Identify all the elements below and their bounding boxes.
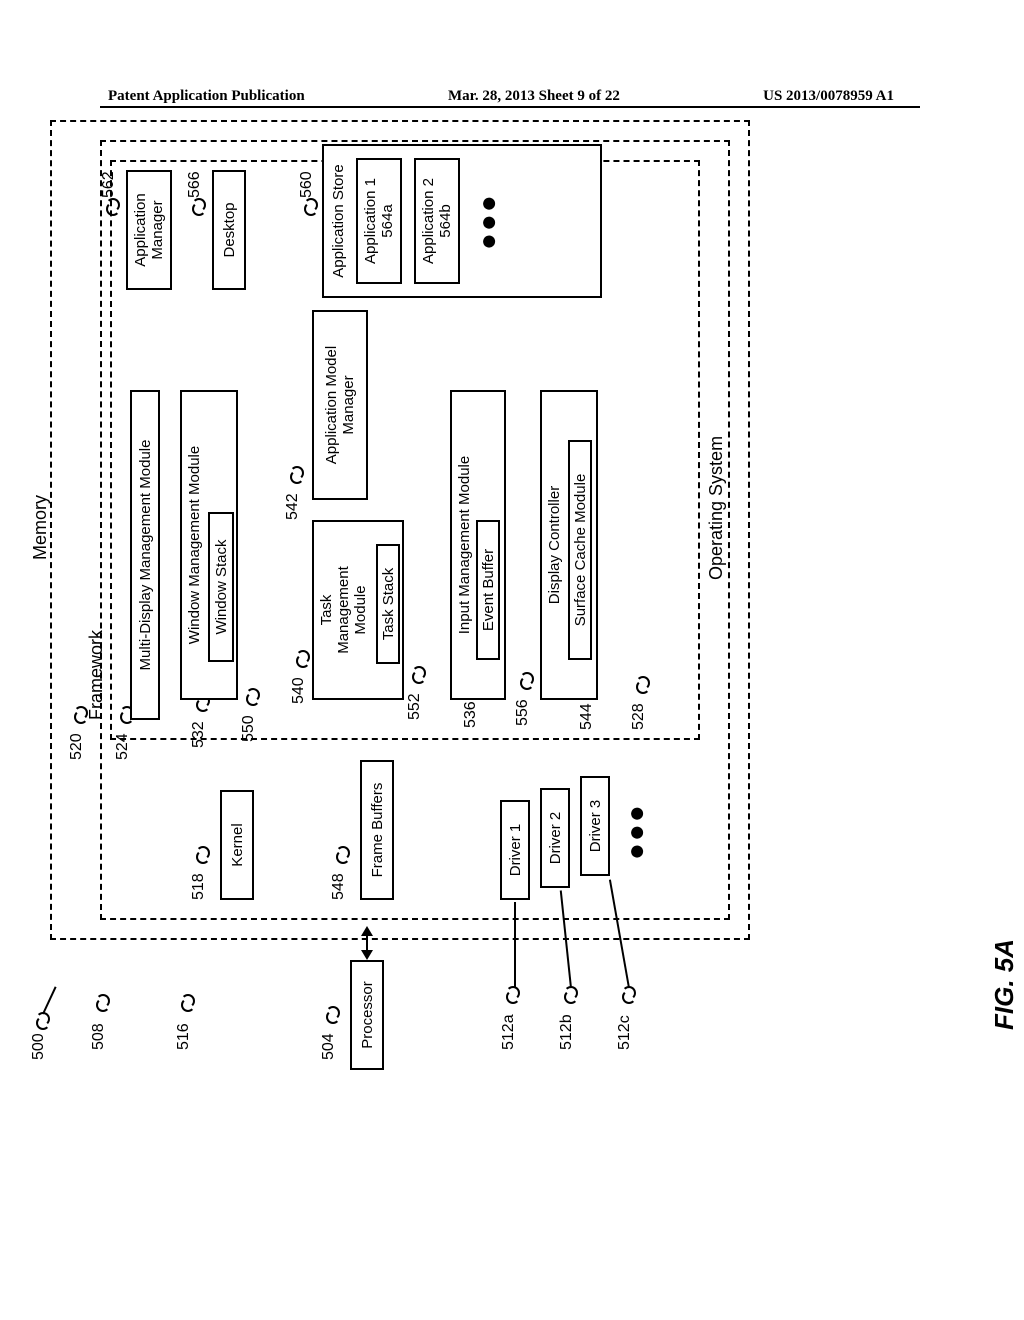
ref-504: 504 bbox=[320, 1033, 338, 1060]
mdmm-box: Multi-Display Management Module bbox=[130, 390, 160, 720]
ref-520: 520 bbox=[68, 733, 86, 760]
ref-540: 540 bbox=[290, 677, 308, 704]
app-store-title: Application Store bbox=[330, 152, 347, 290]
ref-516: 516 bbox=[175, 1023, 193, 1050]
squiggle-icon bbox=[196, 846, 210, 864]
framework-title: Framework bbox=[86, 630, 107, 720]
squiggle-icon bbox=[520, 672, 534, 690]
ref-562: 562 bbox=[100, 171, 118, 198]
ref-512b: 512b bbox=[558, 1014, 576, 1050]
scm-box: Surface Cache Module bbox=[568, 440, 592, 660]
squiggle-icon bbox=[192, 198, 206, 216]
header-left: Patent Application Publication bbox=[108, 88, 305, 105]
app-manager-box: Application Manager bbox=[126, 170, 172, 290]
squiggle-icon bbox=[96, 994, 110, 1012]
ref-556: 556 bbox=[514, 699, 532, 726]
page-header: Patent Application Publication Mar. 28, … bbox=[0, 88, 1024, 105]
squiggle-icon bbox=[106, 198, 120, 216]
squiggle-icon bbox=[246, 688, 260, 706]
ref-532: 532 bbox=[190, 721, 208, 748]
ref-512a: 512a bbox=[500, 1014, 518, 1050]
squiggle-icon bbox=[181, 994, 195, 1012]
squiggle-icon bbox=[622, 986, 636, 1004]
ref-518: 518 bbox=[190, 873, 208, 900]
driver1-box: Driver 1 bbox=[500, 800, 530, 900]
header-pubno: US 2013/0078959 A1 bbox=[763, 88, 894, 105]
squiggle-icon bbox=[290, 466, 304, 484]
app2-id: 564b bbox=[437, 204, 454, 237]
squiggle-icon bbox=[506, 986, 520, 1004]
application-1-box: Application 1 564a bbox=[356, 158, 402, 284]
ref-512c: 512c bbox=[616, 1015, 634, 1050]
ref-536: 536 bbox=[462, 701, 480, 728]
ref-550: 550 bbox=[240, 715, 258, 742]
task-stack-box: Task Stack bbox=[376, 544, 400, 664]
squiggle-icon bbox=[636, 676, 650, 694]
lead-line bbox=[514, 902, 516, 988]
header-rule bbox=[100, 106, 920, 108]
driver3-box: Driver 3 bbox=[580, 776, 610, 876]
processor-box: Processor bbox=[350, 960, 384, 1070]
ref-508: 508 bbox=[90, 1023, 108, 1050]
ref-566: 566 bbox=[186, 171, 204, 198]
amm-box: Application Model Manager bbox=[312, 310, 368, 500]
arrow-bidir-icon bbox=[366, 928, 368, 958]
header-mid: Mar. 28, 2013 Sheet 9 of 22 bbox=[448, 88, 620, 105]
ref-528: 528 bbox=[630, 703, 648, 730]
ref-552: 552 bbox=[406, 693, 424, 720]
desktop-box: Desktop bbox=[212, 170, 246, 290]
figure-5a-diagram: FIG. 5A 500 508 Memory 516 Operating Sys… bbox=[30, 300, 990, 1060]
squiggle-icon bbox=[412, 666, 426, 684]
os-title: Operating System bbox=[706, 436, 727, 580]
ref-524: 524 bbox=[114, 733, 132, 760]
squiggle-icon bbox=[296, 650, 310, 668]
memory-title: Memory bbox=[30, 495, 51, 560]
ellipsis-icon: ●●● bbox=[620, 803, 652, 860]
event-buffer-box: Event Buffer bbox=[476, 520, 500, 660]
ref-560: 560 bbox=[298, 171, 316, 198]
application-2-box: Application 2 564b bbox=[414, 158, 460, 284]
squiggle-icon bbox=[304, 198, 318, 216]
ref-548: 548 bbox=[330, 873, 348, 900]
driver2-box: Driver 2 bbox=[540, 788, 570, 888]
squiggle-icon bbox=[336, 846, 350, 864]
kernel-box: Kernel bbox=[220, 790, 254, 900]
lead-line bbox=[42, 986, 56, 1014]
app2-label: Application 2 bbox=[420, 178, 437, 264]
app1-label: Application 1 bbox=[362, 178, 379, 264]
figure-label: FIG. 5A bbox=[989, 939, 1020, 1030]
squiggle-icon bbox=[36, 1012, 50, 1030]
window-stack-box: Window Stack bbox=[208, 512, 234, 662]
squiggle-icon bbox=[326, 1006, 340, 1024]
ellipsis-icon: ●●● bbox=[472, 193, 504, 250]
frame-buffers-box: Frame Buffers bbox=[360, 760, 394, 900]
squiggle-icon bbox=[564, 986, 578, 1004]
ref-500: 500 bbox=[30, 1033, 48, 1060]
ref-542: 542 bbox=[284, 493, 302, 520]
app1-id: 564a bbox=[379, 204, 396, 237]
ref-544: 544 bbox=[578, 703, 596, 730]
